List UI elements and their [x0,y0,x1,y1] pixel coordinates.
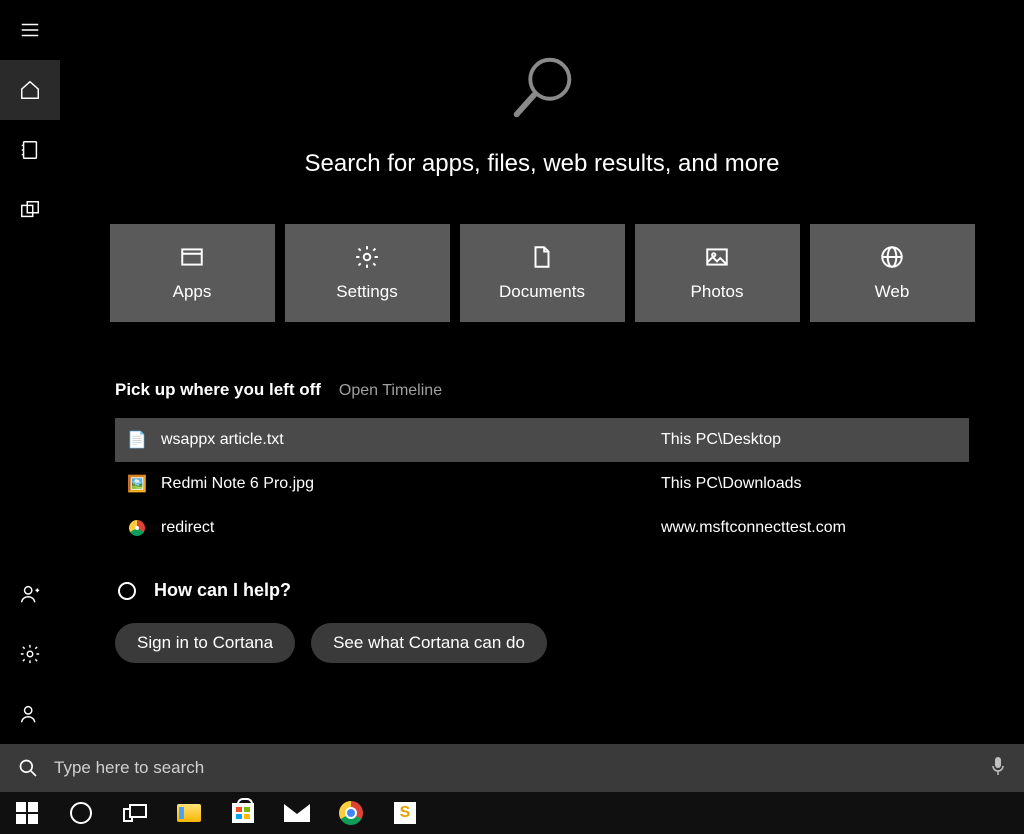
pickup-item-location: www.msftconnecttest.com [661,519,846,537]
tile-label: Settings [336,282,397,302]
search-icon [18,758,38,778]
apps-tile[interactable]: Apps [110,224,275,322]
cortana-button[interactable] [68,800,94,826]
tile-label: Documents [499,282,585,302]
photos-tile[interactable]: Photos [635,224,800,322]
documents-tile[interactable]: Documents [460,224,625,322]
tile-label: Web [875,282,910,302]
feedback-icon[interactable] [0,684,60,744]
hero: Search for apps, files, web results, and… [305,50,780,178]
gear-icon [354,244,380,270]
text-file-icon: 📄 [127,430,147,450]
magnifier-icon [503,50,581,128]
pickup-item-name: redirect [161,519,661,537]
pickup-item-name: wsappx article.txt [161,431,661,449]
search-bar[interactable] [0,744,1024,792]
see-cortana-button[interactable]: See what Cortana can do [311,623,547,663]
chrome-icon [127,520,147,536]
pickup-item-name: Redmi Note 6 Pro.jpg [161,475,661,493]
nav-rail [0,0,60,744]
chrome-button[interactable] [338,800,364,826]
image-file-icon: 🖼️ [127,474,147,494]
hero-text: Search for apps, files, web results, and… [305,150,780,178]
slack-button[interactable]: S [392,800,418,826]
pickup-item[interactable]: redirect www.msftconnecttest.com [115,506,969,550]
start-button[interactable] [14,800,40,826]
add-person-icon[interactable] [0,564,60,624]
collections-icon[interactable] [0,180,60,240]
globe-icon [879,244,905,270]
pickup-section: Pick up where you left off Open Timeline… [60,322,1024,550]
microphone-icon[interactable] [990,756,1006,781]
pickup-item-location: This PC\Desktop [661,431,781,449]
taskbar: S [0,792,1024,834]
search-input[interactable] [54,758,990,778]
open-timeline-link[interactable]: Open Timeline [339,382,442,400]
file-explorer-button[interactable] [176,800,202,826]
mail-button[interactable] [284,800,310,826]
sign-in-cortana-button[interactable]: Sign in to Cortana [115,623,295,663]
settings-tile[interactable]: Settings [285,224,450,322]
cortana-prompt-text: How can I help? [154,580,291,601]
document-icon [529,244,555,270]
web-tile[interactable]: Web [810,224,975,322]
tile-label: Apps [173,282,212,302]
pickup-item[interactable]: 🖼️ Redmi Note 6 Pro.jpg This PC\Download… [115,462,969,506]
picture-icon [704,244,730,270]
settings-icon[interactable] [0,624,60,684]
pickup-item[interactable]: 📄 wsappx article.txt This PC\Desktop [115,418,969,462]
notebook-icon[interactable] [0,120,60,180]
search-home: Search for apps, files, web results, and… [60,0,1024,744]
pickup-item-location: This PC\Downloads [661,475,802,493]
menu-icon[interactable] [0,0,60,60]
cortana-prompt: How can I help? [60,580,1024,601]
pickup-title: Pick up where you left off [115,380,321,400]
filter-tiles: Apps Settings Documents Photos Web [100,224,985,322]
microsoft-store-button[interactable] [230,800,256,826]
cortana-ring-icon [118,582,136,600]
tile-label: Photos [691,282,744,302]
apps-window-icon [179,244,205,270]
home-icon[interactable] [0,60,60,120]
task-view-button[interactable] [122,800,148,826]
